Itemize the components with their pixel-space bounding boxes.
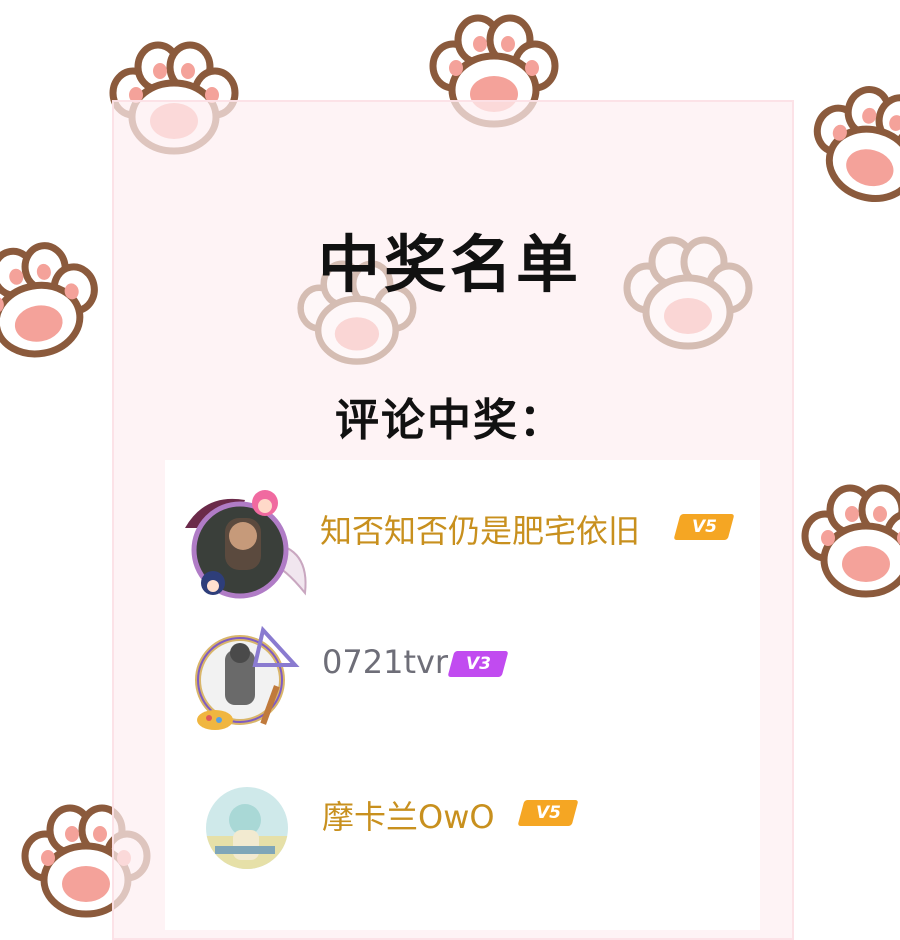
avatar-frame-icon (185, 490, 307, 599)
avatar[interactable] (205, 786, 289, 870)
avatar-image (206, 787, 288, 869)
section-subtitle: 评论中奖： (335, 395, 565, 446)
list-item[interactable]: 0721tvr V3 (165, 625, 760, 755)
vip-badge-icon: V5 (673, 514, 735, 540)
winner-name[interactable]: 0721tvr (322, 643, 448, 681)
winner-name[interactable]: 知否知否仍是肥宅依旧 (320, 506, 640, 552)
vip-level: V3 (465, 654, 491, 674)
vip-badge-icon: V3 (447, 651, 509, 677)
vip-level: V5 (691, 517, 717, 537)
vip-badge-icon: V5 (517, 800, 579, 826)
page-title: 中奖名单 (317, 228, 582, 301)
avatar-frame-icon (195, 625, 300, 730)
paw-icon (808, 86, 900, 212)
paw-icon (800, 484, 900, 608)
list-item[interactable]: 知否知否仍是肥宅依旧 V5 (165, 488, 760, 618)
vip-level: V5 (535, 803, 561, 823)
winner-name[interactable]: 摩卡兰OwO (322, 792, 495, 838)
avatar[interactable] (175, 488, 315, 608)
avatar[interactable] (185, 625, 305, 735)
list-item[interactable]: 摩卡兰OwO V5 (165, 780, 760, 910)
winner-list: 知否知否仍是肥宅依旧 V5 0721tvr V3 摩卡兰OwO V5 (165, 460, 760, 930)
